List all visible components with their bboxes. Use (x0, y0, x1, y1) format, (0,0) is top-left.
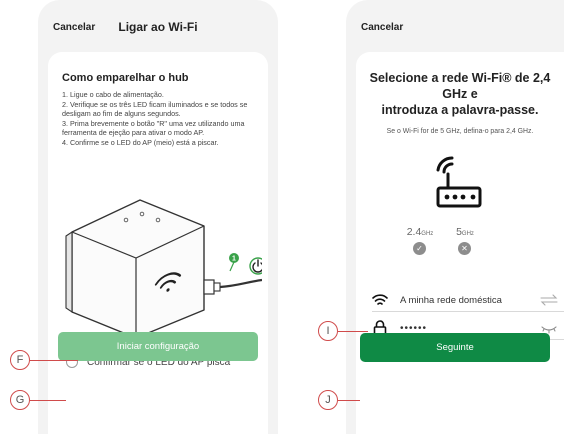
step-badge: 1 (232, 256, 236, 263)
divider (372, 311, 564, 312)
top-bar: Cancelar (346, 0, 564, 50)
callout-line (338, 331, 368, 332)
callout-f: F (10, 350, 30, 370)
callout-j: J (318, 390, 338, 410)
pairing-steps: 1. Ligue o cabo de alimentação. 2. Verif… (62, 90, 262, 148)
callout-line (338, 400, 360, 401)
callout-line (30, 400, 66, 401)
callout-i: I (318, 321, 338, 341)
cross-icon: ✕ (458, 242, 471, 255)
password-value: •••••• (400, 322, 428, 334)
page-title: Ligar ao Wi-Fi (118, 20, 198, 34)
pairing-step: 2. Verifique se os três LED ficam ilumin… (62, 99, 248, 119)
network-subtitle: Se o Wi-Fi for de 5 GHz, defina-o para 2… (386, 128, 534, 135)
cancel-button[interactable]: Cancelar (361, 22, 403, 33)
pairing-heading: Como emparelhar o hub (62, 72, 189, 84)
pairing-step: 4. Confirme se o LED do AP (meio) está a… (62, 137, 219, 147)
pairing-step: 1. Ligue o cabo de alimentação. (62, 90, 164, 99)
band-24-label: 2.4GHz (406, 226, 434, 238)
network-title-line1: Selecione a rede Wi-Fi® de 2,4 GHz e (369, 71, 551, 101)
callout-g: G (10, 390, 30, 410)
router-icon (436, 156, 482, 208)
start-setup-button[interactable]: Iniciar configuração (58, 332, 258, 361)
next-button[interactable]: Seguinte (360, 333, 550, 362)
network-name: A minha rede doméstica (400, 294, 502, 306)
swap-network-icon[interactable] (540, 293, 558, 307)
callout-line (30, 360, 78, 361)
band-5-label: 5GHz (456, 226, 474, 238)
network-title: Selecione a rede Wi-Fi® de 2,4 GHz e int… (356, 70, 564, 118)
network-title-line2: introduza a palavra-passe. (381, 103, 539, 117)
network-card: Selecione a rede Wi-Fi® de 2,4 GHz e int… (356, 52, 564, 434)
wifi-icon (372, 294, 388, 305)
check-icon: ✓ (413, 242, 426, 255)
select-network-screen: Cancelar Selecione a rede Wi-Fi® de 2,4 … (346, 0, 564, 434)
wifi-connect-screen: Cancelar Ligar ao Wi-Fi Como emparelhar … (38, 0, 278, 434)
hub-illustration: 1 (65, 199, 262, 339)
top-bar: Cancelar Ligar ao Wi-Fi (38, 0, 278, 50)
pairing-card: Como emparelhar o hub 1. Ligue o cabo de… (48, 52, 268, 434)
network-select-row[interactable]: A minha rede doméstica (372, 290, 564, 310)
pairing-step: 3. Prima brevemente o botão "R" uma vez … (62, 118, 245, 138)
